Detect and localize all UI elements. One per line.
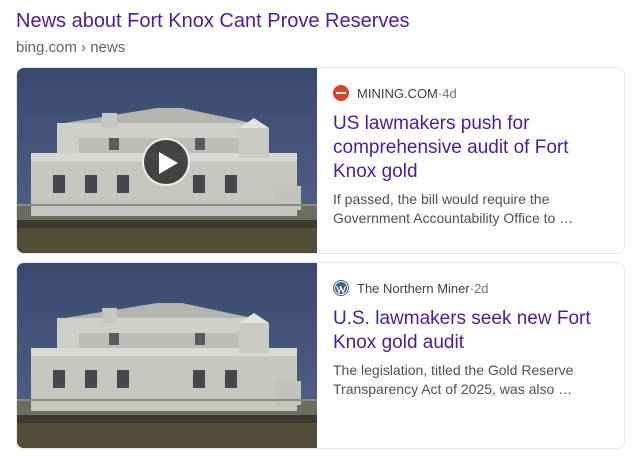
published-time: 4d	[442, 85, 457, 101]
source-row: The Northern Miner · 2d	[333, 279, 610, 297]
source-row: MINING.COM · 4d	[333, 84, 610, 102]
play-icon[interactable]	[142, 138, 190, 186]
news-body: MINING.COM · 4d US lawmakers push for co…	[333, 84, 610, 228]
source-name: The Northern Miner	[357, 280, 470, 296]
published-time: 2d	[474, 280, 489, 296]
news-thumbnail[interactable]	[17, 263, 317, 448]
news-card[interactable]: MINING.COM · 4d US lawmakers push for co…	[16, 67, 625, 254]
news-body: The Northern Miner · 2d U.S. lawmakers s…	[333, 279, 610, 399]
news-headline[interactable]: US lawmakers push for comprehensive audi…	[333, 112, 610, 184]
mining-com-logo-icon	[333, 85, 349, 101]
page-title[interactable]: News about Fort Knox Cant Prove Reserves	[16, 10, 410, 33]
source-name: MINING.COM	[357, 85, 438, 101]
news-card[interactable]: The Northern Miner · 2d U.S. lawmakers s…	[16, 262, 625, 449]
news-snippet: If passed, the bill would require the Go…	[333, 191, 574, 226]
news-headline[interactable]: U.S. lawmakers seek new Fort Knox gold a…	[333, 307, 610, 355]
breadcrumb[interactable]: bing.com › news	[16, 39, 125, 56]
news-snippet: The legislation, titled the Gold Reserve…	[333, 362, 574, 397]
wordpress-logo-icon	[333, 280, 349, 296]
news-thumbnail[interactable]	[17, 68, 317, 253]
